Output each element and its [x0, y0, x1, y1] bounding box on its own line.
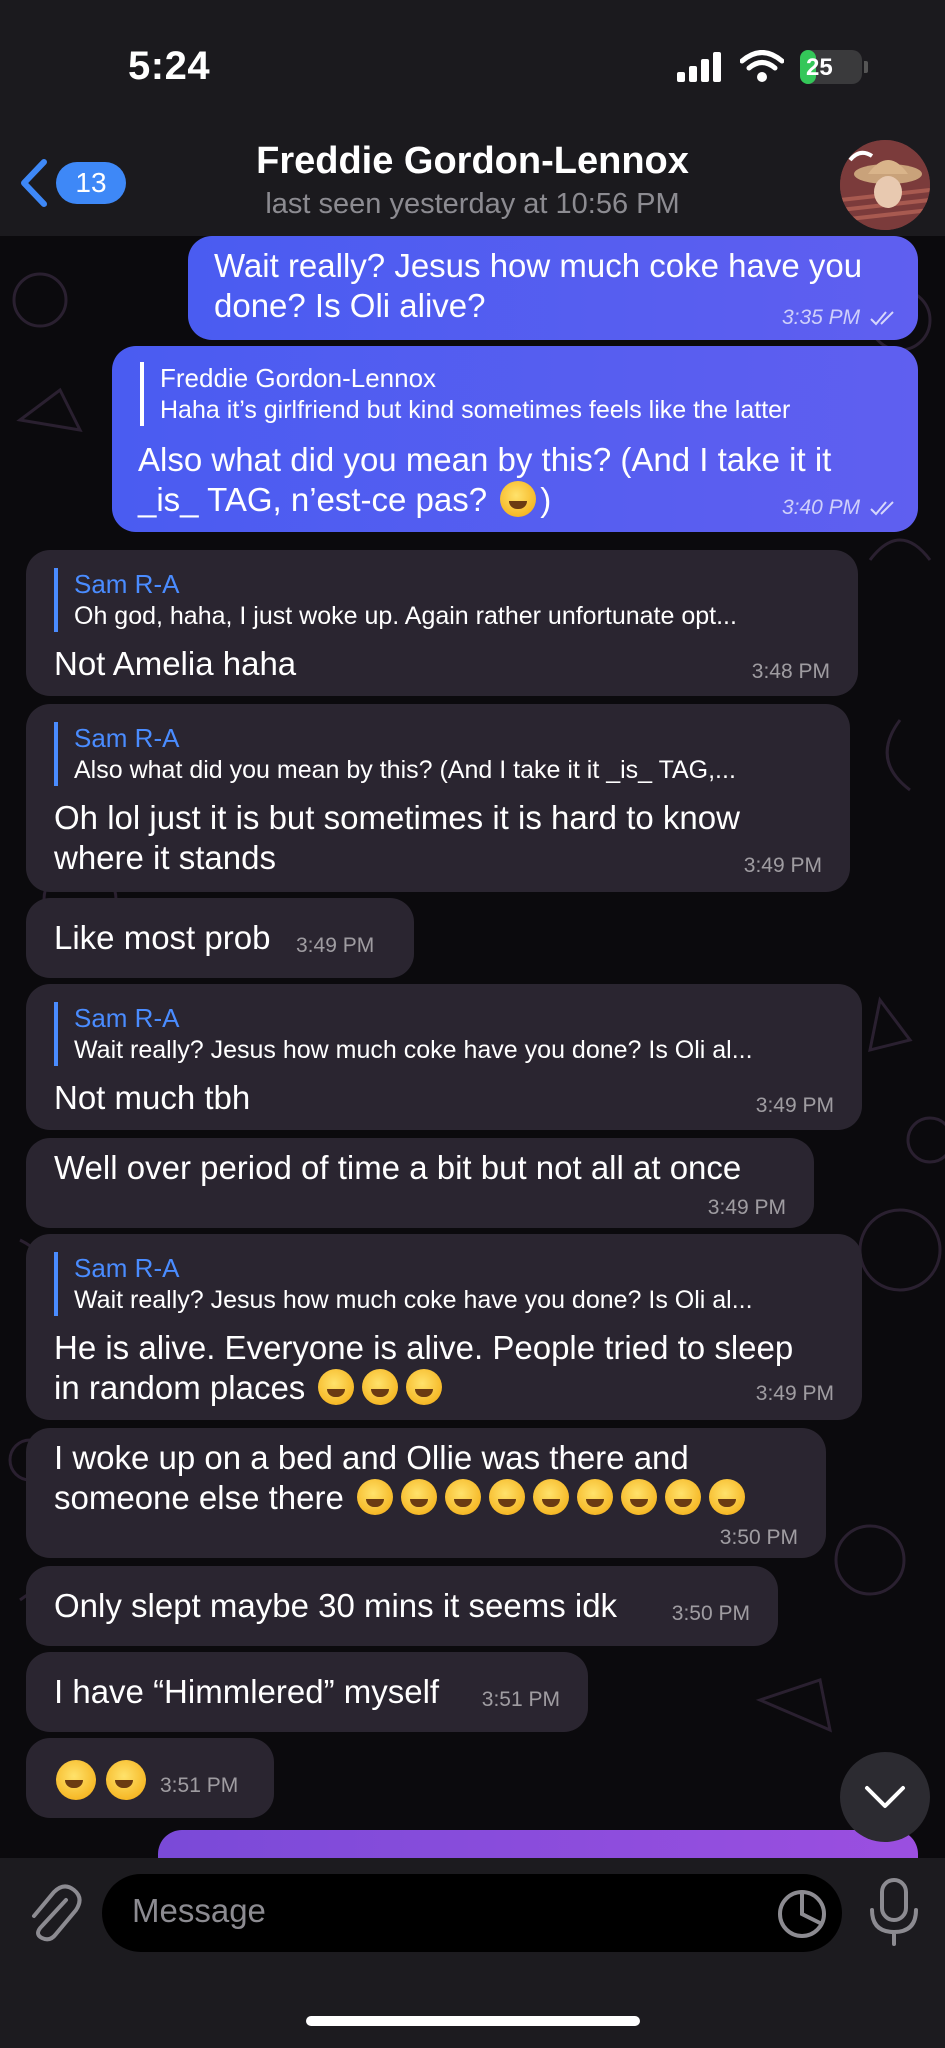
grinning-sweat-face-icon: [445, 1479, 482, 1515]
status-time: 5:24: [128, 44, 211, 88]
message-text: Like most prob: [54, 919, 271, 956]
battery-cap: [864, 61, 868, 73]
message-text: He is alive. Everyone is alive. People t…: [54, 1329, 794, 1406]
message-text: I have “Himmlered” myself: [54, 1673, 440, 1710]
reply-preview[interactable]: Sam R-A Oh god, haha, I just woke up. Ag…: [54, 568, 844, 632]
message-bubble[interactable]: 3:51 PM: [26, 1738, 274, 1818]
grinning-sweat-face-icon: [357, 1479, 394, 1515]
reply-text: Oh god, haha, I just woke up. Again rath…: [74, 602, 737, 630]
message-time: 3:51 PM: [160, 1774, 239, 1797]
upside-down-face-icon: [500, 481, 537, 517]
grinning-sweat-face-icon: [665, 1479, 702, 1515]
message-time: 3:50 PM: [719, 1526, 798, 1549]
grinning-sweat-face-icon: [406, 1369, 443, 1405]
reply-text: Also what did you mean by this? (And I t…: [74, 756, 736, 784]
message-bubble[interactable]: Well over period of time a bit but not a…: [26, 1138, 814, 1228]
home-indicator[interactable]: [306, 2016, 640, 2026]
reply-text: Haha it’s girlfriend but kind sometimes …: [160, 396, 791, 424]
message-bubble[interactable]: Like most prob 3:49 PM: [26, 898, 414, 978]
message-time: 3:49 PM: [743, 854, 822, 877]
grinning-sweat-face-icon: [709, 1479, 746, 1515]
wifi-icon: [740, 50, 784, 82]
message-bubble[interactable]: Sam R-A Wait really? Jesus how much coke…: [26, 1234, 862, 1420]
read-checkmarks-icon: [870, 311, 894, 326]
scroll-down-button[interactable]: [840, 1752, 930, 1842]
grinning-sweat-face-icon: [489, 1479, 526, 1515]
message-time: 3:40 PM: [782, 496, 898, 520]
message-time: 3:49 PM: [707, 1196, 786, 1219]
microphone-icon[interactable]: [866, 1876, 922, 1946]
status-bar: 5:24 25: [0, 0, 945, 130]
reply-author: Sam R-A: [74, 569, 180, 599]
reply-author: Sam R-A: [74, 1253, 180, 1283]
read-checkmarks-icon: [870, 501, 894, 516]
message-text: I woke up on a bed and Ollie was there a…: [54, 1438, 814, 1518]
battery-level: 25: [806, 54, 833, 81]
reply-preview[interactable]: Sam R-A Also what did you mean by this? …: [54, 722, 844, 786]
loudly-crying-face-icon: [56, 1760, 96, 1800]
signal-icon: [677, 52, 721, 82]
message-time: 3:35 PM: [782, 306, 898, 330]
grinning-sweat-face-icon: [577, 1479, 614, 1515]
grinning-sweat-face-icon: [362, 1369, 399, 1405]
reply-author: Sam R-A: [74, 723, 180, 753]
message-time: 3:48 PM: [751, 660, 830, 683]
chat-header: 5:24 25 13 Freddie Gordon-Lennox last se…: [0, 0, 945, 236]
battery-icon: 25: [800, 50, 862, 84]
message-time: 3:49 PM: [755, 1382, 834, 1405]
sticker-icon[interactable]: [774, 1886, 830, 1942]
message-text: Well over period of time a bit but not a…: [54, 1149, 742, 1186]
grinning-sweat-face-icon: [621, 1479, 658, 1515]
chevron-down-icon: [865, 1786, 905, 1808]
grinning-sweat-face-icon: [401, 1479, 438, 1515]
reply-author: Freddie Gordon-Lennox: [160, 363, 437, 393]
message-time: 3:51 PM: [481, 1688, 560, 1711]
message-time: 3:49 PM: [296, 934, 375, 957]
message-time: 3:50 PM: [671, 1602, 750, 1625]
reply-author: Sam R-A: [74, 1003, 180, 1033]
message-text: Only slept maybe 30 mins it seems idk: [54, 1587, 618, 1624]
message-bubble[interactable]: Wait really? Jesus how much coke have yo…: [188, 236, 918, 340]
message-bubble[interactable]: Sam R-A Also what did you mean by this? …: [26, 704, 850, 892]
message-text: Not much tbh: [54, 1079, 251, 1116]
message-time: 3:49 PM: [755, 1094, 834, 1117]
last-seen-status: last seen yesterday at 10:56 PM: [265, 188, 680, 220]
message-bubble[interactable]: Sam R-A Wait really? Jesus how much coke…: [26, 984, 862, 1130]
avatar-image: [840, 140, 930, 230]
reply-text: Wait really? Jesus how much coke have yo…: [74, 1036, 753, 1064]
reply-preview[interactable]: Freddie Gordon-Lennox Haha it’s girlfrie…: [140, 362, 916, 426]
message-bubble[interactable]: Freddie Gordon-Lennox Haha it’s girlfrie…: [112, 346, 918, 532]
message-text: Oh lol just it is but sometimes it is ha…: [54, 799, 740, 876]
message-text: Not Amelia haha: [54, 645, 297, 682]
contact-name[interactable]: Freddie Gordon-Lennox: [0, 140, 945, 183]
message-bubble[interactable]: Only slept maybe 30 mins it seems idk 3:…: [26, 1566, 778, 1646]
message-bubble[interactable]: I woke up on a bed and Ollie was there a…: [26, 1428, 826, 1558]
reply-text: Wait really? Jesus how much coke have yo…: [74, 1286, 753, 1314]
reply-preview[interactable]: Sam R-A Wait really? Jesus how much coke…: [54, 1002, 854, 1066]
message-placeholder: Message: [132, 1892, 266, 1929]
grinning-sweat-face-icon: [106, 1760, 146, 1800]
message-bubble[interactable]: Sam R-A Oh god, haha, I just woke up. Ag…: [26, 550, 858, 696]
grinning-sweat-face-icon: [533, 1479, 570, 1515]
message-bubble[interactable]: I have “Himmlered” myself 3:51 PM: [26, 1652, 588, 1732]
avatar[interactable]: [840, 140, 930, 230]
grinning-sweat-face-icon: [318, 1369, 355, 1405]
reply-preview[interactable]: Sam R-A Wait really? Jesus how much coke…: [54, 1252, 854, 1316]
attach-icon[interactable]: [22, 1880, 82, 1944]
